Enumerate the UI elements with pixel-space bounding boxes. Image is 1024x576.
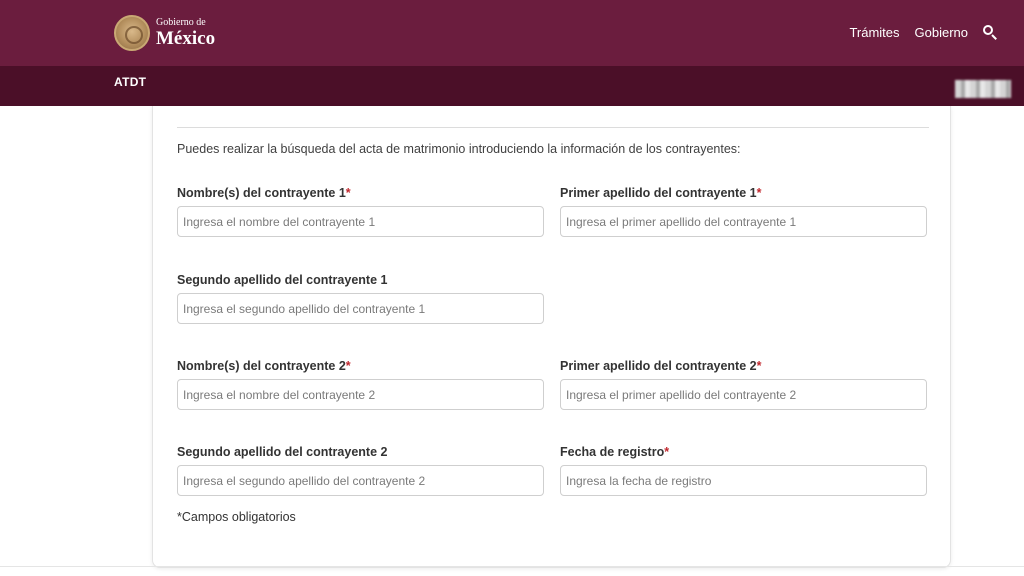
blurred-element xyxy=(955,80,1011,98)
field-nombre-contrayente-1: Nombre(s) del contrayente 1* xyxy=(177,186,544,237)
primer-apellido-contrayente-2-input[interactable] xyxy=(560,379,927,410)
logo-small-text: Gobierno de xyxy=(156,17,206,28)
logo-text: Gobierno de México xyxy=(156,17,216,49)
field-nombre-contrayente-2: Nombre(s) del contrayente 2* xyxy=(177,359,544,410)
top-navbar: Gobierno de México Trámites Gobierno xyxy=(0,0,1024,66)
field-segundo-apellido-contrayente-2: Segundo apellido del contrayente 2 xyxy=(177,445,544,496)
nombre-contrayente-1-input[interactable] xyxy=(177,206,544,237)
field-label: Nombre(s) del contrayente 1* xyxy=(177,186,351,200)
required-fields-note: *Campos obligatorios xyxy=(177,510,296,524)
segundo-apellido-contrayente-1-input[interactable] xyxy=(177,293,544,324)
field-label: Primer apellido del contrayente 2* xyxy=(560,359,762,373)
divider xyxy=(177,127,929,128)
field-primer-apellido-contrayente-1: Primer apellido del contrayente 1* xyxy=(560,186,927,237)
search-icon[interactable] xyxy=(982,24,998,40)
nav-link-gobierno[interactable]: Gobierno xyxy=(915,25,968,40)
field-label: Primer apellido del contrayente 1* xyxy=(560,186,762,200)
field-label: Fecha de registro* xyxy=(560,445,670,459)
gobierno-de-mexico-logo[interactable]: Gobierno de México xyxy=(114,15,215,51)
field-label: Segundo apellido del contrayente 2 xyxy=(177,445,388,459)
main-nav: Trámites Gobierno xyxy=(834,24,998,40)
primer-apellido-contrayente-1-input[interactable] xyxy=(560,206,927,237)
nombre-contrayente-2-input[interactable] xyxy=(177,379,544,410)
sub-navbar: ATDT xyxy=(0,66,1024,106)
field-segundo-apellido-contrayente-1: Segundo apellido del contrayente 1 xyxy=(177,273,544,324)
fecha-registro-input[interactable] xyxy=(560,465,927,496)
subnav-title[interactable]: ATDT xyxy=(114,75,146,89)
segundo-apellido-contrayente-2-input[interactable] xyxy=(177,465,544,496)
form-intro-text: Puedes realizar la búsqueda del acta de … xyxy=(177,142,741,156)
bottom-divider xyxy=(0,566,1024,567)
logo-big-text: México xyxy=(156,28,216,49)
field-label: Nombre(s) del contrayente 2* xyxy=(177,359,351,373)
national-seal-icon xyxy=(114,15,150,51)
field-primer-apellido-contrayente-2: Primer apellido del contrayente 2* xyxy=(560,359,927,410)
nav-link-tramites[interactable]: Trámites xyxy=(849,25,899,40)
field-fecha-registro: Fecha de registro* xyxy=(560,445,927,496)
search-form-card: Puedes realizar la búsqueda del acta de … xyxy=(152,106,951,568)
field-label: Segundo apellido del contrayente 1 xyxy=(177,273,388,287)
